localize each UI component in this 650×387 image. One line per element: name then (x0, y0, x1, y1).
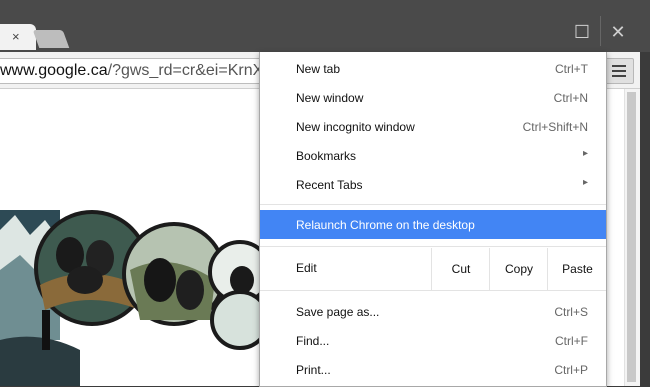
menu-edit-row: Edit Cut Copy Paste (260, 248, 606, 290)
menu-item-shortcut: Ctrl+S (554, 305, 588, 319)
menu-item-shortcut: Ctrl+T (555, 62, 588, 76)
submenu-arrow-icon: ▸ (582, 148, 588, 159)
menu-item-print[interactable]: Print... Ctrl+P (260, 356, 606, 384)
menu-item-recent-tabs[interactable]: Recent Tabs ▸ (260, 171, 606, 199)
menu-item-save-page-as[interactable]: Save page as... Ctrl+S (260, 298, 606, 326)
menu-item-label: Find... (296, 334, 330, 348)
menu-item-new-window[interactable]: New window Ctrl+N (260, 84, 606, 112)
tab-close-icon[interactable]: × (12, 29, 20, 44)
menu-item-new-tab[interactable]: New tab Ctrl+T (260, 55, 606, 83)
menu-item-new-incognito-window[interactable]: New incognito window Ctrl+Shift+N (260, 113, 606, 141)
window-frame (640, 52, 650, 386)
copy-button[interactable]: Copy (489, 248, 548, 290)
edit-label: Edit (296, 261, 317, 275)
address-bar[interactable]: www.google.ca/?gws_rd=cr&ei=KrnX (0, 58, 281, 84)
menu-item-label: New incognito window (296, 120, 415, 134)
menu-separator (260, 204, 606, 205)
menu-item-label: New window (296, 91, 364, 105)
cut-button[interactable]: Cut (431, 248, 490, 290)
menu-item-bookmarks[interactable]: Bookmarks ▸ (260, 142, 606, 170)
chrome-menu-icon[interactable] (604, 58, 634, 84)
browser-tab[interactable]: × (0, 24, 36, 50)
paste-button[interactable]: Paste (547, 248, 607, 290)
menu-item-shortcut: Ctrl+F (555, 334, 588, 348)
maximize-icon[interactable]: ☐ (568, 18, 596, 46)
url-path: /?gws_rd=cr&ei=KrnX (107, 62, 264, 79)
menu-item-find[interactable]: Find... Ctrl+F (260, 327, 606, 355)
submenu-arrow-icon: ▸ (582, 177, 588, 188)
new-tab-button[interactable] (32, 30, 70, 48)
menu-separator (260, 246, 606, 247)
url-host: www.google.ca (0, 62, 108, 79)
menu-item-shortcut: Ctrl+P (554, 363, 588, 377)
menu-separator (260, 290, 606, 291)
scrollbar-thumb[interactable] (627, 92, 636, 382)
menu-item-label: Bookmarks (296, 149, 357, 163)
menu-item-shortcut: Ctrl+N (553, 91, 588, 105)
menu-item-label: Relaunch Chrome on the desktop (296, 218, 475, 232)
menu-item-relaunch-chrome[interactable]: Relaunch Chrome on the desktop (260, 210, 606, 239)
menu-item-label: New tab (296, 62, 341, 76)
menu-item-label: Save page as... (296, 305, 380, 319)
menu-item-label: Print... (296, 363, 331, 377)
google-doodle[interactable] (0, 210, 265, 386)
menu-item-label: Recent Tabs (296, 178, 363, 192)
window-close-icon[interactable]: ✕ (604, 18, 632, 46)
title-bar (0, 0, 650, 52)
chrome-menu: New tab Ctrl+T New window Ctrl+N New inc… (259, 52, 607, 387)
window-controls-divider (600, 16, 601, 46)
menu-item-shortcut: Ctrl+Shift+N (522, 120, 588, 134)
